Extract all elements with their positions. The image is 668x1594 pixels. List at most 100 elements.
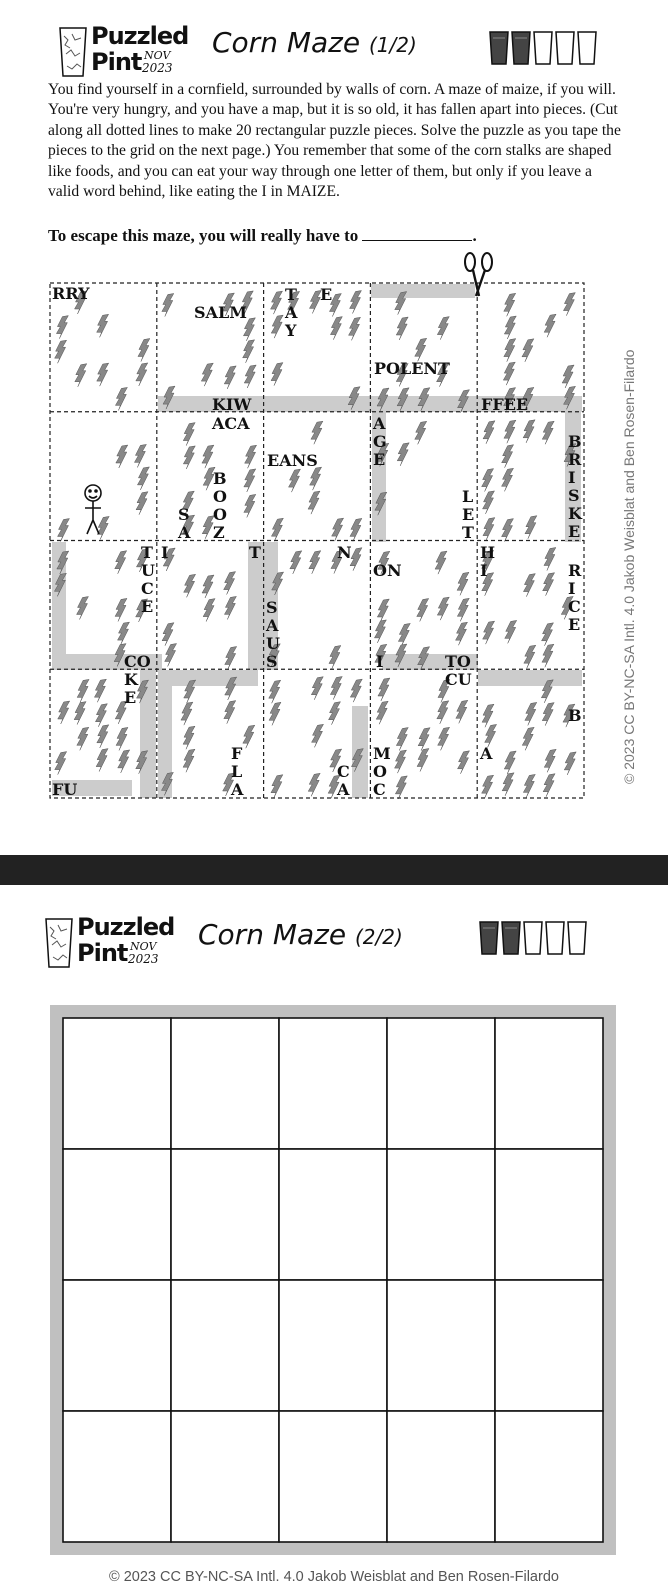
corn-stalk-icon — [482, 420, 496, 445]
credit-text: © 2023 CC BY-NC-SA Intl. 4.0 Jakob Weisb… — [621, 349, 637, 784]
corn-stalk-icon — [501, 772, 515, 797]
maze-letter: R — [568, 561, 582, 580]
maze-letter: E — [124, 688, 136, 707]
maze-letter: B — [213, 469, 227, 488]
corn-stalk-icon — [114, 550, 127, 574]
empty-glass-icon — [567, 921, 587, 955]
corn-stalk-icon — [117, 621, 130, 646]
maze-letter: O — [213, 505, 227, 524]
maze-letter: O — [213, 487, 227, 506]
maze-letter: C — [337, 762, 350, 781]
corn-stalk-icon — [481, 468, 494, 492]
answer-cell[interactable] — [278, 1410, 388, 1543]
puzzled-pint-logo: Puzzled Pint NOV 2023 — [58, 22, 189, 80]
corn-stalk-icon — [503, 338, 517, 362]
corn-stalk-icon — [417, 727, 431, 751]
corn-stalk-icon — [224, 596, 237, 620]
corn-stalk-icon — [134, 444, 147, 468]
page-divider — [0, 855, 668, 885]
empty-glass-icon — [555, 31, 575, 65]
maze-letter: A — [372, 414, 386, 433]
corn-stalk-icon — [96, 314, 109, 338]
page-title: Corn Maze (2/2) — [198, 918, 403, 951]
maze-letter: L — [231, 762, 242, 781]
corn-stalk-icon — [164, 643, 177, 667]
answer-cell[interactable] — [278, 1148, 388, 1281]
corn-stalk-icon — [57, 518, 70, 542]
corn-stalk-icon — [543, 547, 557, 571]
maze-letter: T — [249, 543, 261, 562]
maze-letter: E — [568, 522, 580, 541]
answer-cell[interactable] — [62, 1148, 172, 1281]
answer-cell[interactable] — [62, 1279, 172, 1412]
answer-cell[interactable] — [386, 1410, 496, 1543]
maze-letter: E — [373, 450, 385, 469]
maze-letter: A — [265, 616, 279, 635]
answer-cell[interactable] — [386, 1017, 496, 1150]
answer-cell[interactable] — [170, 1410, 280, 1543]
corn-stalk-icon — [96, 724, 110, 749]
answer-cell[interactable] — [386, 1279, 496, 1412]
answer-cell[interactable] — [386, 1148, 496, 1281]
corn-stalk-icon — [521, 338, 535, 363]
corn-stalk-icon — [268, 679, 281, 704]
answer-cell[interactable] — [170, 1148, 280, 1281]
corn-stalk-icon — [182, 725, 196, 750]
beer-glass-icon — [511, 31, 531, 65]
corn-stalk-icon — [522, 419, 536, 444]
logo-year: 2023 — [142, 61, 173, 75]
answer-cell[interactable] — [278, 1017, 388, 1150]
corn-stalk-icon — [117, 749, 130, 774]
corn-stalk-icon — [437, 316, 450, 340]
corn-stalk-icon — [95, 748, 109, 772]
maze-letter: E — [568, 615, 580, 634]
corn-stalk-icon — [563, 292, 576, 316]
corn-stalk-icon — [180, 701, 194, 726]
corn-stalk-icon — [524, 702, 538, 726]
corn-stalk-icon — [523, 644, 537, 669]
corn-stalk-icon — [503, 750, 517, 775]
corn-stalk-icon — [543, 313, 557, 338]
corn-stalk-icon — [482, 517, 496, 541]
corn-stalk-icon — [243, 494, 257, 518]
answer-cell[interactable] — [494, 1279, 604, 1412]
corn-stalk-icon — [396, 442, 410, 467]
corn-stalk-icon — [161, 293, 175, 317]
answer-cell[interactable] — [494, 1148, 604, 1281]
maze-letter: E — [320, 285, 332, 304]
maze-word: ACA — [211, 414, 250, 433]
answer-blank[interactable] — [362, 226, 473, 241]
corn-stalk-icon — [311, 676, 324, 700]
corn-stalk-icon — [96, 362, 109, 387]
puzzle-page-1: Puzzled Pint NOV 2023 Corn Maze (1/2) Yo… — [0, 0, 668, 860]
difficulty-rating — [479, 921, 587, 955]
maze-letter: K — [124, 670, 139, 689]
corn-stalk-icon — [434, 550, 448, 575]
maze-letter: I — [480, 561, 487, 580]
answer-cell[interactable] — [278, 1279, 388, 1412]
answer-cell[interactable] — [494, 1017, 604, 1150]
maze-word: CO — [124, 652, 151, 671]
answer-cell[interactable] — [170, 1017, 280, 1150]
corn-stalk-icon — [223, 365, 237, 390]
corn-stalk-icon — [182, 422, 196, 446]
logo-month: NOV — [130, 940, 157, 953]
answer-cell[interactable] — [62, 1410, 172, 1543]
maze-letter: A — [479, 744, 493, 763]
corn-stalk-icon — [524, 515, 538, 539]
corn-stalk-icon — [54, 751, 67, 775]
empty-glass-icon — [545, 921, 565, 955]
corn-stalk-icon — [244, 444, 257, 469]
logo-word-pint: Pint — [77, 939, 128, 967]
maze-grid: RRY SALM T A Y E POLENT KIW FFEE ACA EAN… — [49, 252, 585, 800]
maze-letter: C — [568, 597, 581, 616]
answer-cell[interactable] — [170, 1279, 280, 1412]
corn-stalk-icon — [542, 572, 555, 596]
corn-stalk-icon — [202, 598, 216, 622]
corn-stalk-icon — [561, 364, 575, 389]
corn-stalk-icon — [501, 444, 514, 468]
corn-stalk-icon — [437, 596, 450, 621]
maze-letter: T — [141, 543, 153, 562]
answer-cell[interactable] — [494, 1410, 604, 1543]
answer-cell[interactable] — [62, 1017, 172, 1150]
